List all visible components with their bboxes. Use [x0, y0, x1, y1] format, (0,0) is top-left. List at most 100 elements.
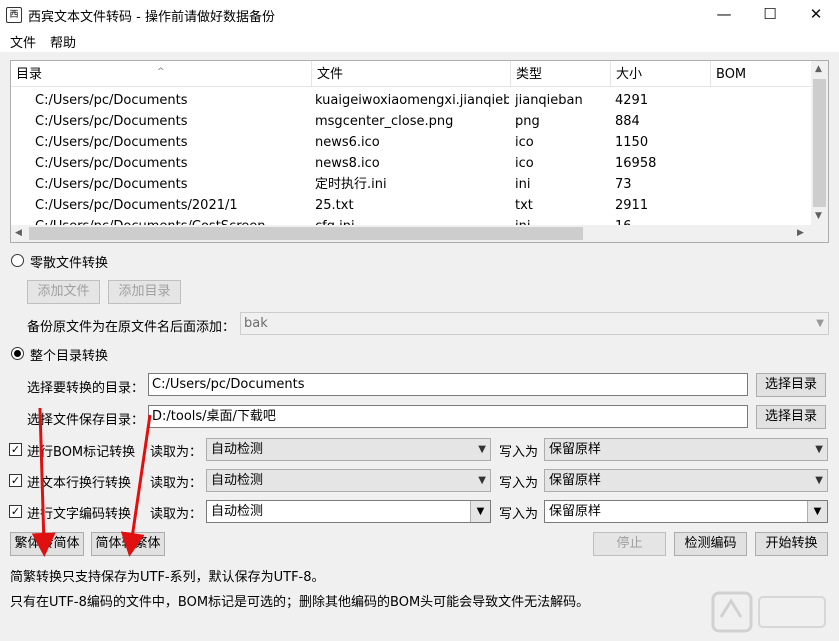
column-size[interactable]: 大小 [611, 61, 711, 87]
radio-scattered-label: 零散文件转换 [30, 256, 109, 271]
encoding-read-combo[interactable]: 自动检测 ▼ [206, 500, 491, 523]
cell-type: ini [515, 177, 531, 192]
cell-bom [715, 111, 809, 132]
scroll-left-icon[interactable]: ◀ [15, 228, 22, 238]
detect-encoding-button[interactable]: 检测编码 [674, 532, 747, 556]
newline-label: 进文本行换行转换 [27, 476, 132, 491]
cell-directory: C:/Users/pc/Documents [35, 114, 188, 129]
radio-scattered[interactable] [11, 254, 24, 267]
horizontal-scrollbar[interactable]: ◀ ▶ [11, 225, 828, 242]
encoding-write-label: 写入为 [499, 507, 539, 522]
source-dir-input[interactable]: C:/Users/pc/Documents [148, 373, 748, 396]
maximize-button[interactable]: ☐ [747, 0, 793, 30]
cell-directory: C:/Users/pc/Documents [35, 177, 188, 192]
encoding-read-label: 读取为： [150, 507, 203, 522]
newline-read-label: 读取为： [150, 476, 203, 491]
stop-button[interactable]: 停止 [593, 532, 666, 556]
add-file-button[interactable]: 添加文件 [27, 280, 100, 304]
newline-checkbox[interactable]: ✓ [9, 474, 22, 487]
bom-checkbox[interactable]: ✓ [9, 443, 22, 456]
table-row[interactable]: C:/Users/pc/Documents news8.ico ico 16958 [11, 153, 812, 174]
newline-read-value: 自动检测 [211, 473, 264, 488]
bom-read-value: 自动检测 [211, 442, 264, 457]
cell-type: png [515, 114, 540, 129]
scroll-up-icon[interactable]: ▲ [815, 64, 822, 74]
start-convert-button[interactable]: 开始转换 [755, 532, 828, 556]
watermark-logo [711, 591, 826, 633]
select-save-dir-button[interactable]: 选择目录 [756, 405, 826, 429]
column-type[interactable]: 类型 [511, 61, 611, 87]
horizontal-scroll-thumb[interactable] [29, 227, 583, 240]
radio-whole-directory-label: 整个目录转换 [30, 349, 109, 364]
scroll-right-icon[interactable]: ▶ [797, 228, 804, 238]
title-bar: 西 西宾文本文件转码 - 操作前请做好数据备份 — ☐ ✕ [0, 0, 839, 30]
cell-file: 定时执行.ini [315, 177, 387, 192]
newline-write-value: 保留原样 [549, 473, 602, 488]
newline-write-select[interactable]: 保留原样 ▼ [544, 469, 828, 492]
table-row[interactable]: C:/Users/pc/Documents msgcenter_close.png… [11, 111, 812, 132]
close-button[interactable]: ✕ [793, 0, 839, 30]
vertical-scroll-thumb[interactable] [813, 79, 826, 207]
bom-write-value: 保留原样 [549, 442, 602, 457]
cell-size: 1150 [615, 135, 649, 150]
cell-type: jianqieban [515, 93, 583, 108]
encoding-write-value: 保留原样 [549, 504, 602, 519]
source-dir-label: 选择要转换的目录： [27, 381, 145, 396]
save-dir-input[interactable]: D:/tools/桌面/下载吧 [148, 405, 748, 428]
chevron-down-icon[interactable]: ▼ [470, 501, 490, 522]
column-file[interactable]: 文件 [312, 61, 511, 87]
sort-up-icon: ^ [157, 67, 165, 77]
note-line-2: 只有在UTF-8编码的文件中，BOM标记是可选的；删除其他编码的BOM头可能会导… [10, 595, 590, 610]
bom-read-select[interactable]: 自动检测 ▼ [206, 438, 491, 461]
cell-bom [715, 174, 809, 195]
chevron-down-icon: ▼ [478, 444, 486, 455]
chevron-down-icon: ▼ [816, 318, 824, 329]
backup-suffix-input[interactable]: bak ▼ [240, 312, 829, 335]
cell-type: txt [515, 198, 533, 213]
cell-file: msgcenter_close.png [315, 114, 454, 129]
menu-help[interactable]: 帮助 [50, 32, 76, 51]
save-dir-label: 选择文件保存目录： [27, 413, 145, 428]
cell-type: ico [515, 156, 534, 171]
encoding-checkbox[interactable]: ✓ [9, 505, 22, 518]
file-list-header: 目录 ^ 文件 类型 大小 BOM [11, 61, 812, 87]
encoding-read-value: 自动检测 [211, 504, 264, 519]
bom-read-label: 读取为： [150, 445, 203, 460]
menu-file[interactable]: 文件 [10, 32, 36, 51]
chevron-down-icon: ▼ [478, 475, 486, 486]
minimize-button[interactable]: — [701, 0, 747, 30]
table-row[interactable]: C:/Users/pc/Documents news6.ico ico 1150 [11, 132, 812, 153]
table-row[interactable]: C:/Users/pc/Documents kuaigeiwoxiaomengxi… [11, 90, 812, 111]
radio-whole-directory[interactable] [11, 347, 24, 360]
app-icon: 西 [6, 7, 22, 23]
encoding-write-combo[interactable]: 保留原样 ▼ [544, 500, 828, 523]
bom-label: 进行BOM标记转换 [27, 445, 136, 460]
file-list[interactable]: 目录 ^ 文件 类型 大小 BOM C:/Users/pc/Documents ku… [10, 60, 829, 243]
vertical-scrollbar[interactable]: ▲ ▼ [811, 61, 828, 226]
cell-file: kuaigeiwoxiaomengxi.jianqieb... [315, 93, 509, 108]
newline-read-select[interactable]: 自动检测 ▼ [206, 469, 491, 492]
column-bom[interactable]: BOM [711, 61, 812, 87]
scroll-down-icon[interactable]: ▼ [815, 211, 822, 221]
red-arrow-icon [120, 414, 152, 557]
cell-size: 16958 [615, 156, 657, 171]
bom-write-select[interactable]: 保留原样 ▼ [544, 438, 828, 461]
table-row[interactable]: C:/Users/pc/Documents/2021/1 25.txt txt 291… [11, 195, 812, 216]
chevron-down-icon[interactable]: ▼ [807, 501, 827, 522]
cell-bom [715, 153, 809, 174]
chevron-down-icon: ▼ [815, 475, 823, 486]
traditional-to-simplified-button[interactable]: 繁体转简体 [10, 532, 84, 556]
cell-directory: C:/Users/pc/Documents/2021/1 [35, 198, 238, 213]
encoding-label: 进行文字编码转换 [27, 507, 132, 522]
select-source-dir-button[interactable]: 选择目录 [756, 373, 826, 397]
table-row[interactable]: C:/Users/pc/Documents 定时执行.ini ini 73 [11, 174, 812, 195]
cell-size: 4291 [615, 93, 649, 108]
add-directory-button[interactable]: 添加目录 [108, 280, 181, 304]
cell-size: 73 [615, 177, 632, 192]
cell-directory: C:/Users/pc/Documents [35, 135, 188, 150]
menu-bar: 文件 帮助 [0, 30, 839, 52]
newline-write-label: 写入为 [499, 476, 539, 491]
simplified-to-traditional-button[interactable]: 简体转繁体 [91, 532, 165, 556]
column-directory[interactable]: 目录 ^ [11, 61, 312, 87]
note-line-1: 简繁转换只支持保存为UTF-系列，默认保存为UTF-8。 [10, 570, 325, 585]
